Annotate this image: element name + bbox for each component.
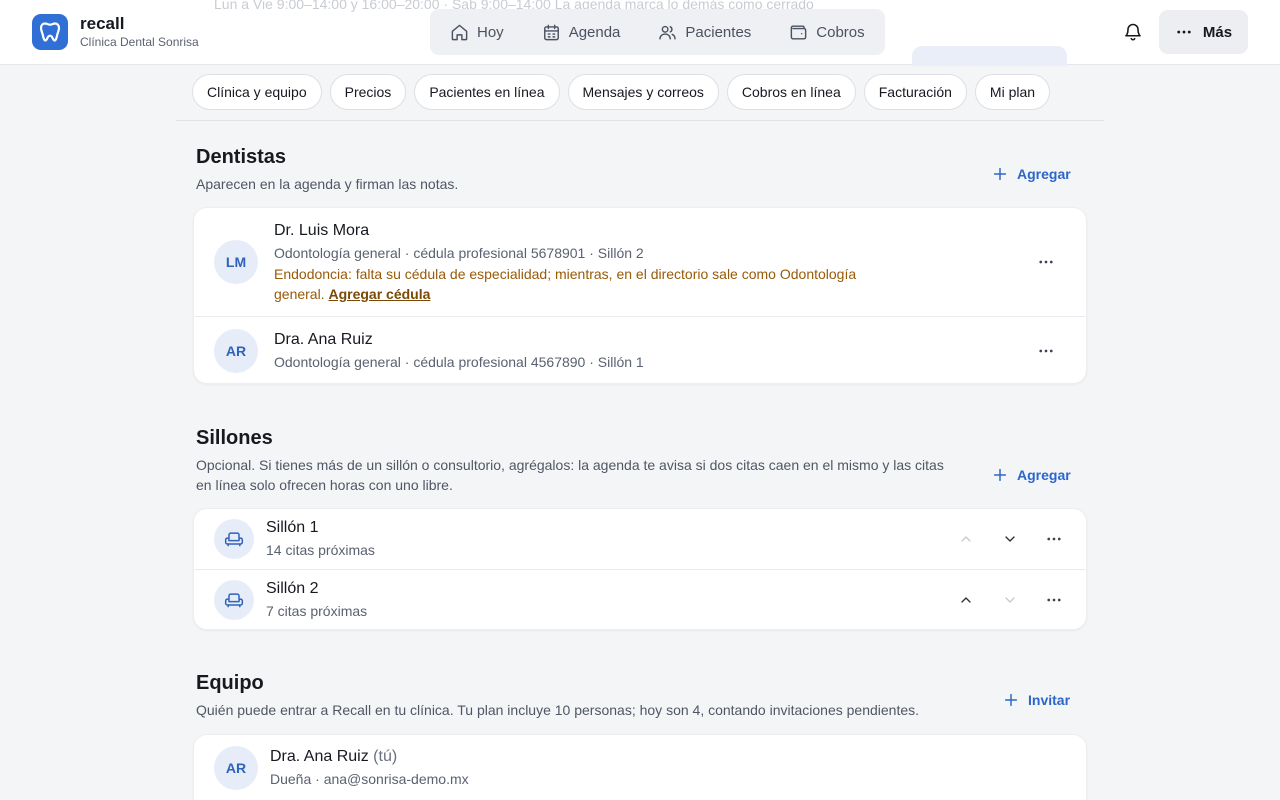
tab-mi-plan[interactable]: Mi plan (974, 74, 1051, 110)
clinic-name: Clínica Dental Sonrisa (80, 34, 199, 49)
calendar-icon (543, 24, 559, 40)
brand-name: recall (80, 13, 125, 33)
chair-meta: 14 citas próximas (266, 542, 375, 558)
chevron-up-icon (961, 597, 971, 603)
nav-item-cobros[interactable]: Cobros (779, 17, 874, 48)
nav-label: Agenda (568, 23, 621, 41)
tab-pacientes-en-linea[interactable]: Pacientes en línea (414, 74, 560, 110)
team-member-name: Dra. Ana Ruiz (tú) (270, 748, 397, 766)
nav-label: Pacientes (685, 23, 752, 41)
chairs-list: Sillón 1 14 citas próximas Sillón 2 7 ci… (193, 508, 1087, 630)
team-list: AR Dra. Ana Ruiz (tú) Dueña · ana@sonris… (193, 734, 1087, 800)
more-horizontal-icon (1177, 30, 1191, 34)
add-dentist-button[interactable]: Agregar (992, 166, 1071, 182)
member-name: Dra. Ana Ruiz (270, 748, 369, 765)
team-section-title: Equipo (196, 672, 264, 694)
more-horizontal-icon (1047, 598, 1061, 602)
list-item: AR Dra. Ana Ruiz (tú) Dueña · ana@sonris… (194, 735, 1086, 800)
more-horizontal-icon (1047, 537, 1061, 541)
dentist-meta: Odontología general · cédula profesional… (274, 354, 644, 370)
list-item: LM Dr. Luis Mora Odontología general · c… (194, 208, 1086, 316)
plus-icon (1004, 693, 1018, 707)
dentists-list: LM Dr. Luis Mora Odontología general · c… (193, 207, 1087, 384)
dentists-section-description: Aparecen en la agenda y firman las notas… (196, 176, 459, 192)
main-nav: Hoy Agenda Pacientes Cobros (430, 9, 885, 55)
plus-icon (993, 468, 1007, 482)
divider (176, 120, 1104, 121)
team-member-meta: Dueña · ana@sonrisa-demo.mx (270, 771, 469, 787)
nav-label: Cobros (816, 23, 865, 41)
chevron-up-icon (961, 536, 971, 542)
brand[interactable]: recall Clínica Dental Sonrisa (32, 14, 199, 50)
more-horizontal-icon (1039, 349, 1053, 353)
tab-precios[interactable]: Precios (329, 74, 407, 110)
row-menu-button[interactable] (1034, 250, 1058, 274)
row-menu-button[interactable] (1042, 527, 1066, 551)
background-button-ghost (912, 46, 1067, 66)
avatar: AR (214, 329, 258, 373)
add-chair-button[interactable]: Agregar (992, 467, 1071, 483)
tab-mensajes-y-correos[interactable]: Mensajes y correos (567, 74, 719, 110)
team-section-description: Quién puede entrar a Recall en tu clínic… (196, 702, 920, 718)
chair-name: Sillón 1 (266, 519, 319, 536)
dentists-section-title: Dentistas (196, 146, 287, 168)
chairs-section-title: Sillones (196, 427, 273, 449)
plus-icon (993, 167, 1007, 181)
move-down-button[interactable] (998, 527, 1022, 551)
add-label: Agregar (1017, 166, 1071, 182)
move-up-button[interactable] (954, 588, 978, 612)
avatar: LM (214, 240, 258, 284)
wallet-icon (790, 24, 807, 40)
chevron-down-icon (1005, 536, 1015, 542)
tab-clinica-y-equipo[interactable]: Clínica y equipo (192, 74, 322, 110)
dentist-name: Dra. Ana Ruiz (274, 331, 373, 348)
dentist-warning: Endodoncia: falta su cédula de especiali… (274, 264, 894, 304)
you-label: (tú) (373, 748, 398, 765)
chair-name: Sillón 2 (266, 580, 319, 597)
bell-icon (1125, 23, 1141, 41)
chevron-down-icon (1005, 597, 1015, 603)
dentist-meta: Odontología general · cédula profesional… (274, 245, 644, 261)
nav-item-pacientes[interactable]: Pacientes (648, 17, 761, 48)
more-horizontal-icon (1039, 260, 1053, 264)
users-icon (659, 25, 677, 40)
chairs-section-description: Opcional. Si tienes más de un sillón o c… (196, 457, 944, 493)
add-license-link[interactable]: Agregar cédula (328, 286, 430, 302)
more-label: Más (1202, 23, 1233, 41)
home-icon (451, 24, 468, 40)
move-down-button[interactable] (998, 588, 1022, 612)
list-item: Sillón 1 14 citas próximas (194, 509, 1086, 569)
row-menu-button[interactable] (1042, 588, 1066, 612)
add-label: Agregar (1017, 467, 1071, 483)
tab-facturacion[interactable]: Facturación (863, 74, 967, 110)
invite-button[interactable]: Invitar (1003, 692, 1070, 708)
nav-item-agenda[interactable]: Agenda (532, 17, 631, 48)
notifications-button[interactable] (1121, 20, 1145, 44)
avatar: AR (214, 746, 258, 790)
list-item: AR Dra. Ana Ruiz Odontología general · c… (194, 317, 1086, 383)
invite-label: Invitar (1028, 692, 1071, 708)
nav-label: Hoy (477, 23, 504, 41)
move-up-button[interactable] (954, 527, 978, 551)
top-bar: Lun a Vie 9:00–14:00 y 16:00–20:00 · Sab… (0, 0, 1280, 66)
dentist-name: Dr. Luis Mora (274, 222, 370, 239)
row-menu-button[interactable] (1034, 339, 1058, 363)
nav-item-hoy[interactable]: Hoy (440, 17, 514, 48)
tab-cobros-en-linea[interactable]: Cobros en línea (726, 74, 856, 110)
chair-meta: 7 citas próximas (266, 603, 368, 619)
tooth-icon (32, 14, 68, 50)
list-item: Sillón 2 7 citas próximas (194, 570, 1086, 629)
chair-icon (214, 519, 254, 559)
more-menu-button[interactable]: Más (1159, 10, 1248, 54)
settings-tabs: Clínica y equipo Precios Pacientes en lí… (192, 74, 1051, 110)
chair-icon (214, 580, 254, 620)
